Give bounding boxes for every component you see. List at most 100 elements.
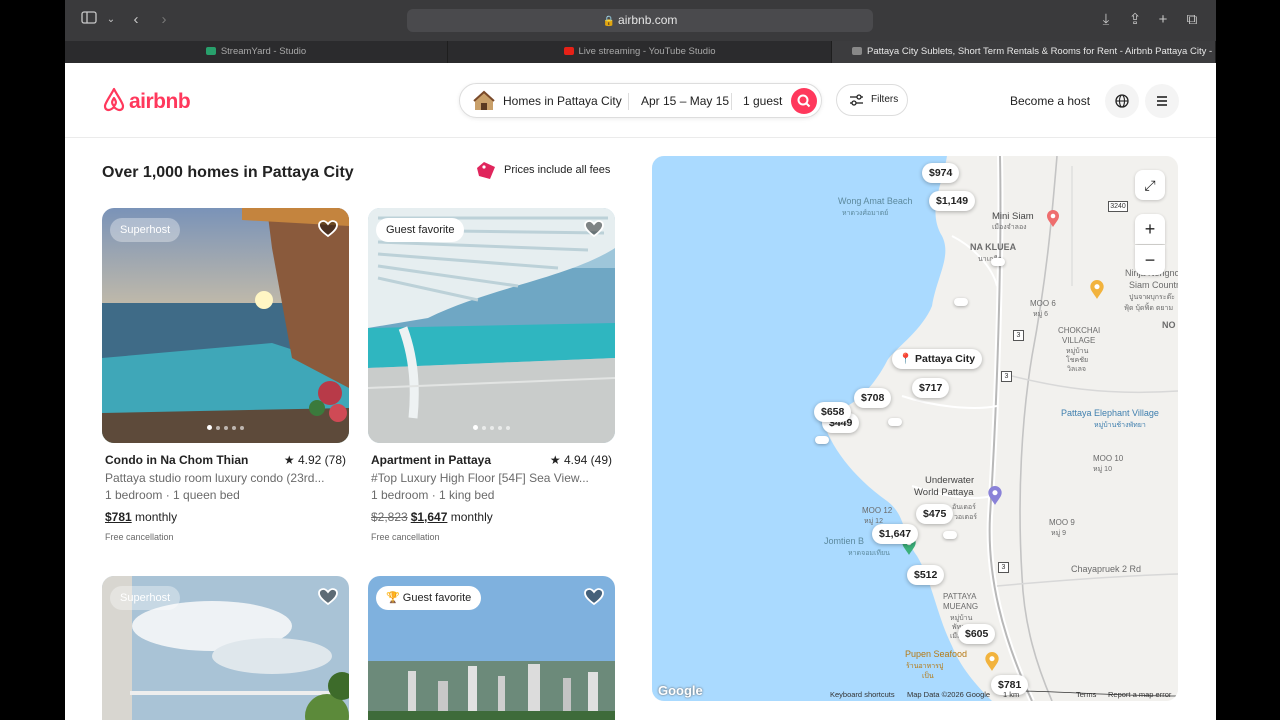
map-dot-pin[interactable]: [991, 258, 1005, 266]
map-label: ฟุ้ด บุ้ดฟิ้ด ตยาม: [1124, 305, 1174, 312]
map-price-pin[interactable]: $974: [922, 163, 960, 183]
heart-icon[interactable]: [318, 588, 338, 606]
tab-label: Pattaya City Sublets, Short Term Rentals…: [867, 46, 1216, 57]
map-label: วอเตอร์: [954, 514, 978, 521]
zoom-out-button[interactable]: −: [1135, 245, 1165, 275]
heart-icon[interactable]: [318, 220, 338, 238]
airbnb-logo-icon: [103, 87, 125, 112]
badge-label: Guest favorite: [402, 592, 472, 604]
fees-note-text: Prices include all fees: [504, 164, 611, 176]
menu-icon: [1157, 96, 1167, 106]
search-divider: [628, 93, 629, 110]
share-icon[interactable]: ⇪: [1125, 10, 1145, 30]
location-pin-icon: 📍: [899, 353, 913, 365]
lock-icon: 🔒: [602, 16, 616, 27]
map-label: Mini Siam: [992, 211, 1034, 222]
new-tab-icon[interactable]: +: [1153, 10, 1173, 30]
tab-label: StreamYard - Studio: [220, 46, 307, 57]
listing-photo[interactable]: Guest favorite: [368, 208, 615, 443]
map-price-pin[interactable]: $717: [912, 378, 950, 398]
city-pin-label: Pattaya City: [915, 353, 976, 365]
become-host-link[interactable]: Become a host: [1010, 94, 1090, 108]
report-map-error-link[interactable]: Report a map error: [1108, 690, 1171, 699]
search-guests[interactable]: 1 guest: [743, 84, 782, 119]
map-label: NO: [1162, 320, 1176, 330]
search-bar[interactable]: Homes in Pattaya City Apr 15 – May 15 1 …: [459, 83, 822, 118]
house-icon: [473, 90, 495, 110]
map-price-pin[interactable]: $708: [854, 388, 892, 408]
map-dot-pin[interactable]: [943, 531, 957, 539]
photo-carousel-dots: [368, 417, 615, 435]
url-text: airbnb.com: [618, 13, 678, 27]
map-dot-pin[interactable]: [815, 436, 829, 444]
heart-icon[interactable]: [584, 588, 604, 606]
zoom-in-button[interactable]: +: [1135, 214, 1165, 244]
google-logo: Google: [658, 683, 703, 698]
sidebar-toggle-icon[interactable]: [79, 10, 99, 30]
terms-link[interactable]: Terms: [1076, 690, 1096, 699]
chevron-down-icon[interactable]: ⌄: [101, 10, 121, 30]
listing-card[interactable]: 🏆 Guest favorite: [368, 576, 615, 720]
trophy-icon: 🏆: [386, 592, 400, 604]
price-tag-icon: [477, 162, 495, 179]
search-dates[interactable]: Apr 15 – May 15: [641, 84, 729, 119]
listing-photo[interactable]: Superhost: [102, 576, 349, 720]
price-value: $781: [105, 510, 132, 524]
search-button[interactable]: [791, 88, 817, 114]
map-label: VILLAGE: [1062, 336, 1096, 345]
menu-button[interactable]: [1145, 84, 1179, 118]
tab-airbnb[interactable]: Pattaya City Sublets, Short Term Rentals…: [832, 41, 1216, 63]
map-price-pin[interactable]: $475: [916, 504, 954, 524]
map-label: หมู่ 9: [1051, 530, 1067, 537]
listing-card[interactable]: Guest favorite Apartment in Pattaya ★ 4.…: [368, 208, 615, 553]
map-poi-icon[interactable]: [984, 652, 1000, 672]
listing-photo[interactable]: Superhost: [102, 208, 349, 443]
listing-beds: 1 bedroom · 1 queen bed: [105, 488, 240, 502]
back-icon[interactable]: ‹: [126, 10, 146, 30]
search-location[interactable]: Homes in Pattaya City: [503, 84, 622, 119]
map-price-pin[interactable]: $1,647: [872, 524, 919, 544]
url-bar[interactable]: 🔒 airbnb.com: [407, 9, 873, 32]
logo-text: airbnb: [129, 90, 191, 113]
search-icon: [797, 94, 811, 108]
keyboard-shortcuts-link[interactable]: Keyboard shortcuts: [830, 690, 895, 699]
price-unit: monthly: [135, 510, 178, 524]
forward-icon[interactable]: ›: [154, 10, 174, 30]
tab-bar: StreamYard - Studio Live streaming - You…: [65, 41, 1216, 63]
listing-card[interactable]: Superhost Condo in Na Chom Thian ★ 4.92 …: [102, 208, 349, 553]
listing-card[interactable]: Superhost: [102, 576, 349, 720]
map-poi-icon[interactable]: [1089, 280, 1105, 300]
original-price: $2,823: [371, 510, 408, 524]
expand-map-button[interactable]: ⤢: [1135, 170, 1165, 200]
listing-photo[interactable]: 🏆 Guest favorite: [368, 576, 615, 720]
filters-button[interactable]: Filters: [836, 84, 908, 116]
airbnb-tab-icon: [852, 47, 862, 55]
map-dot-pin[interactable]: [888, 418, 902, 426]
map-label: NA KLUEA: [970, 242, 1017, 252]
city-pin[interactable]: 📍 Pattaya City: [892, 349, 983, 369]
map-label: Chayapruek 2 Rd: [1071, 564, 1142, 574]
tab-youtube-studio[interactable]: Live streaming - YouTube Studio: [448, 41, 832, 63]
listing-title: Apartment in Pattaya: [371, 453, 492, 467]
download-icon[interactable]: ⤓: [1096, 10, 1116, 30]
map-label: หมู่ 10: [1093, 466, 1112, 473]
heart-icon[interactable]: [584, 220, 604, 238]
browser-window: ⌄ ‹ › 🔒 airbnb.com ⤓ ⇪ + ⧉ StreamYard - S…: [65, 0, 1216, 720]
map-label: Wong Amat Beach: [838, 196, 913, 206]
tab-streamyard[interactable]: StreamYard - Studio: [65, 41, 448, 63]
language-button[interactable]: [1105, 84, 1139, 118]
map-poi-icon[interactable]: [1046, 210, 1060, 228]
guest-favorite-badge: 🏆 Guest favorite: [376, 586, 482, 610]
map-price-pin[interactable]: $605: [958, 624, 996, 644]
listing-subtitle: #Top Luxury High Floor [54F] Sea View...: [371, 471, 589, 485]
results-map[interactable]: Wong Amat Beach หาดวงศ์อมาตย์ Mini Siam …: [652, 156, 1178, 701]
listing-title: Condo in Na Chom Thian: [105, 453, 249, 467]
map-price-pin[interactable]: $512: [907, 565, 945, 585]
superhost-badge: Superhost: [110, 586, 181, 610]
map-poi-icon[interactable]: [987, 486, 1003, 506]
map-price-pin[interactable]: $658: [814, 402, 852, 422]
map-price-pin[interactable]: $1,149: [929, 191, 976, 211]
airbnb-logo[interactable]: airbnb: [102, 87, 191, 114]
tab-overview-icon[interactable]: ⧉: [1182, 10, 1202, 30]
map-dot-pin[interactable]: [954, 298, 968, 306]
